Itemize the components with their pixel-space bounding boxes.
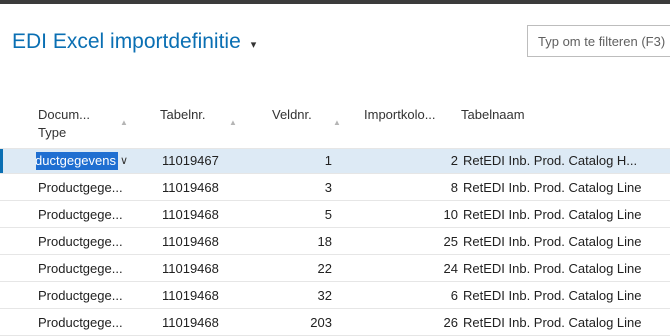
table-row[interactable]: Productgege... 11019468 18 25 RetEDI Inb… (0, 230, 670, 255)
filter-input[interactable] (528, 26, 670, 56)
cell-tabelnaam: RetEDI Inb. Prod. Catalog Line (463, 207, 642, 222)
sort-indicator-icon[interactable]: ▲ (229, 118, 237, 127)
table-row[interactable]: Productgegevens ∨ 11019467 1 2 RetEDI In… (0, 149, 670, 174)
cell-document-type: Productgege... (38, 180, 123, 195)
cell-document-type: Productgege... (38, 261, 123, 276)
cell-document-type: Productgege... (38, 207, 123, 222)
column-header-document-type-label: Docum... (38, 107, 91, 122)
cell-tabelnr: 11019467 (162, 153, 219, 168)
cell-veldnr: 18 (317, 234, 332, 249)
cell-importkolom: 25 (443, 234, 458, 249)
top-border (0, 0, 670, 4)
cell-tabelnr: 11019468 (162, 180, 219, 195)
column-header-tabelnr-label: Tabelnr. (160, 107, 206, 122)
cell-importkolom: 26 (443, 315, 458, 330)
table-row[interactable]: Productgege... 11019468 3 8 RetEDI Inb. … (0, 176, 670, 201)
cell-importkolom: 10 (443, 207, 458, 222)
cell-veldnr: 203 (310, 315, 332, 330)
cell-tabelnaam: RetEDI Inb. Prod. Catalog Line (463, 288, 642, 303)
filter-search-box[interactable] (527, 25, 670, 57)
cell-tabelnr: 11019468 (162, 315, 219, 330)
chevron-down-icon[interactable]: ▾ (251, 38, 257, 51)
column-header-tabelnaam-label: Tabelnaam (461, 107, 525, 122)
cell-document-type: Productgege... (38, 315, 123, 330)
cell-tabelnr: 11019468 (162, 234, 219, 249)
column-header-importkolom[interactable]: Importkolo... (364, 106, 436, 124)
page-header: EDI Excel importdefinitie ▾ (12, 30, 256, 54)
cell-tabelnaam: RetEDI Inb. Prod. Catalog Line (463, 180, 642, 195)
cell-veldnr: 5 (324, 207, 332, 222)
column-header-veldnr-label: Veldnr. (272, 107, 312, 122)
selected-row-indicator (0, 149, 3, 173)
table-row[interactable]: Productgege... 11019468 22 24 RetEDI Inb… (0, 257, 670, 282)
cell-tabelnaam: RetEDI Inb. Prod. Catalog Line (463, 261, 642, 276)
cell-tabelnaam: RetEDI Inb. Prod. Catalog Line (463, 234, 642, 249)
column-header-veldnr[interactable]: Veldnr. (272, 106, 312, 124)
cell-tabelnr: 11019468 (162, 207, 219, 222)
table-row[interactable]: Productgege... 11019468 5 10 RetEDI Inb.… (0, 203, 670, 228)
cell-veldnr: 22 (317, 261, 332, 276)
cell-veldnr: 1 (324, 153, 332, 168)
cell-tabelnr: 11019468 (162, 261, 219, 276)
cell-tabelnaam: RetEDI Inb. Prod. Catalog H... (463, 153, 638, 168)
cell-importkolom: 6 (450, 288, 458, 303)
table-row[interactable]: Productgege... 11019468 203 26 RetEDI In… (0, 311, 670, 336)
cell-importkolom: 24 (443, 261, 458, 276)
chevron-down-icon[interactable]: ∨ (120, 149, 128, 173)
cell-document-type: Productgege... (38, 234, 123, 249)
cell-importkolom: 8 (450, 180, 458, 195)
table-row[interactable]: Productgege... 11019468 32 6 RetEDI Inb.… (0, 284, 670, 309)
column-header-tabelnaam[interactable]: Tabelnaam (461, 106, 525, 124)
sort-indicator-icon[interactable]: ▲ (120, 118, 128, 127)
document-type-dropdown[interactable]: Productgegevens (36, 152, 118, 170)
cell-tabelnr: 11019468 (162, 288, 219, 303)
column-header-document-type[interactable]: Docum... Type (38, 106, 90, 142)
column-header-document-type-label2: Type (38, 125, 67, 140)
cell-veldnr: 32 (317, 288, 332, 303)
cell-importkolom: 2 (450, 153, 458, 168)
column-header-tabelnr[interactable]: Tabelnr. (160, 106, 206, 124)
cell-tabelnaam: RetEDI Inb. Prod. Catalog Line (463, 315, 642, 330)
cell-veldnr: 3 (324, 180, 332, 195)
column-header-importkolom-label: Importkolo... (364, 107, 436, 122)
page-title: EDI Excel importdefinitie (12, 30, 241, 53)
sort-indicator-icon[interactable]: ▲ (333, 118, 341, 127)
cell-document-type: Productgege... (38, 288, 123, 303)
